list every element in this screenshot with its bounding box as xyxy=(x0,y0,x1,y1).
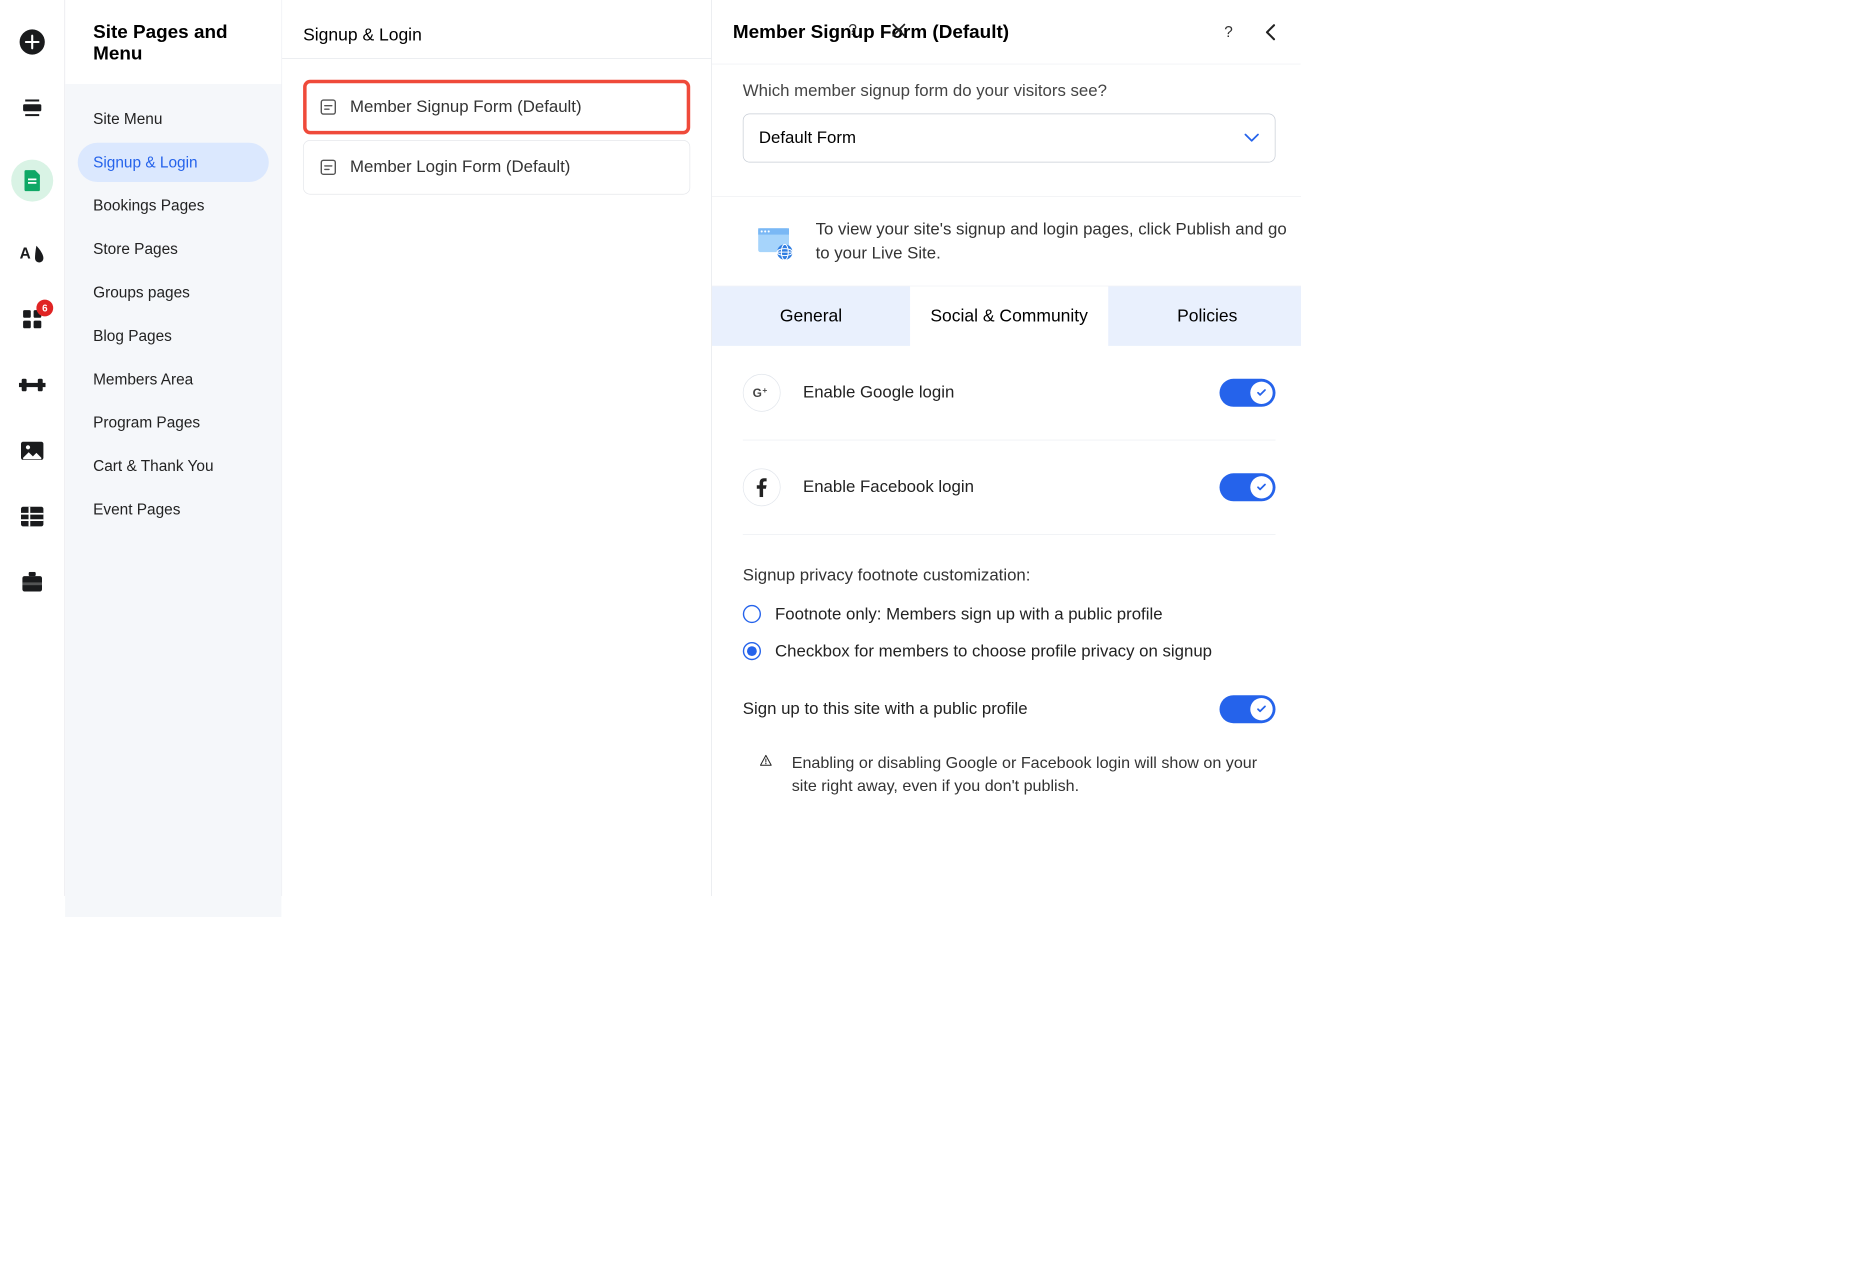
browser-globe-icon xyxy=(757,227,792,256)
radio-label: Checkbox for members to choose profile p… xyxy=(775,640,1212,663)
nav-bookings[interactable]: Bookings Pages xyxy=(78,186,269,225)
pages-icon[interactable] xyxy=(11,160,53,202)
public-profile-toggle[interactable] xyxy=(1219,695,1275,723)
radio-icon xyxy=(743,605,761,623)
chevron-down-icon xyxy=(1244,133,1259,143)
warning-row: Enabling or disabling Google or Facebook… xyxy=(743,751,1276,798)
form-page-icon xyxy=(321,160,336,175)
privacy-section-title: Signup privacy footnote customization: xyxy=(743,566,1276,586)
svg-text:?: ? xyxy=(1224,24,1233,40)
business-icon[interactable] xyxy=(18,568,46,596)
tabs: General Social & Community Policies xyxy=(712,286,1301,346)
info-bar-text: To view your site's signup and login pag… xyxy=(816,218,1293,265)
info-bar: To view your site's signup and login pag… xyxy=(712,196,1301,286)
icon-rail: A 6 xyxy=(0,0,64,896)
subpages-panel: ? Signup & Login Member Signup Form (Def… xyxy=(281,0,711,896)
nav-members[interactable]: Members Area xyxy=(78,360,269,399)
add-icon[interactable] xyxy=(18,28,46,56)
tab-social[interactable]: Social & Community xyxy=(910,286,1108,346)
radio-checkbox-option[interactable]: Checkbox for members to choose profile p… xyxy=(743,640,1276,663)
form-select-value: Default Form xyxy=(759,128,856,148)
settings-panel: Member Signup Form (Default) ? Which mem… xyxy=(711,0,1300,896)
nav-site-menu[interactable]: Site Menu xyxy=(78,99,269,138)
google-login-label: Enable Google login xyxy=(803,383,954,403)
pages-menu-title: Site Pages and Menu xyxy=(93,21,265,64)
radio-label: Footnote only: Members sign up with a pu… xyxy=(775,604,1163,627)
form-prompt: Which member signup form do your visitor… xyxy=(743,81,1276,101)
table-icon[interactable] xyxy=(18,503,46,531)
public-profile-row: Sign up to this site with a public profi… xyxy=(743,695,1276,723)
radio-footnote-only[interactable]: Footnote only: Members sign up with a pu… xyxy=(743,604,1276,627)
media-icon[interactable] xyxy=(18,437,46,465)
section-icon[interactable] xyxy=(18,94,46,122)
radio-icon xyxy=(743,642,761,660)
facebook-icon xyxy=(743,468,781,506)
apps-badge: 6 xyxy=(36,300,53,317)
google-icon: G+ xyxy=(743,374,781,412)
design-icon[interactable]: A xyxy=(18,239,46,267)
facebook-login-toggle[interactable] xyxy=(1219,473,1275,501)
tab-general[interactable]: General xyxy=(712,286,910,346)
form-item-label: Member Login Form (Default) xyxy=(350,158,570,178)
warning-text: Enabling or disabling Google or Facebook… xyxy=(792,751,1276,798)
nav-store[interactable]: Store Pages xyxy=(78,230,269,269)
help-icon[interactable]: ? xyxy=(844,21,862,39)
svg-text:?: ? xyxy=(848,22,857,39)
close-icon[interactable] xyxy=(890,21,908,39)
google-login-row: G+ Enable Google login xyxy=(743,346,1276,441)
facebook-login-row: Enable Facebook login xyxy=(743,440,1276,534)
form-select[interactable]: Default Form xyxy=(743,113,1276,162)
form-item-login[interactable]: Member Login Form (Default) xyxy=(303,140,690,195)
nav-groups[interactable]: Groups pages xyxy=(78,273,269,312)
nav-cart[interactable]: Cart & Thank You xyxy=(78,447,269,486)
form-page-icon xyxy=(321,99,336,114)
facebook-login-label: Enable Facebook login xyxy=(803,478,974,498)
nav-event[interactable]: Event Pages xyxy=(78,490,269,529)
help-icon[interactable]: ? xyxy=(1219,23,1237,41)
svg-text:+: + xyxy=(762,386,767,395)
form-item-label: Member Signup Form (Default) xyxy=(350,97,582,117)
back-icon[interactable] xyxy=(1261,23,1279,41)
nav-signup-login[interactable]: Signup & Login xyxy=(78,143,269,182)
apps-icon[interactable]: 6 xyxy=(18,305,46,333)
form-item-signup[interactable]: Member Signup Form (Default) xyxy=(303,80,690,135)
tab-policies[interactable]: Policies xyxy=(1108,286,1301,346)
svg-text:G: G xyxy=(753,386,762,400)
pages-menu-panel: Site Pages and Menu Site Menu Signup & L… xyxy=(64,0,281,896)
svg-text:A: A xyxy=(20,245,31,262)
fitness-icon[interactable] xyxy=(18,371,46,399)
nav-blog[interactable]: Blog Pages xyxy=(78,316,269,355)
google-login-toggle[interactable] xyxy=(1219,379,1275,407)
nav-program[interactable]: Program Pages xyxy=(78,403,269,442)
warning-icon xyxy=(760,751,773,769)
public-profile-label: Sign up to this site with a public profi… xyxy=(743,699,1028,719)
